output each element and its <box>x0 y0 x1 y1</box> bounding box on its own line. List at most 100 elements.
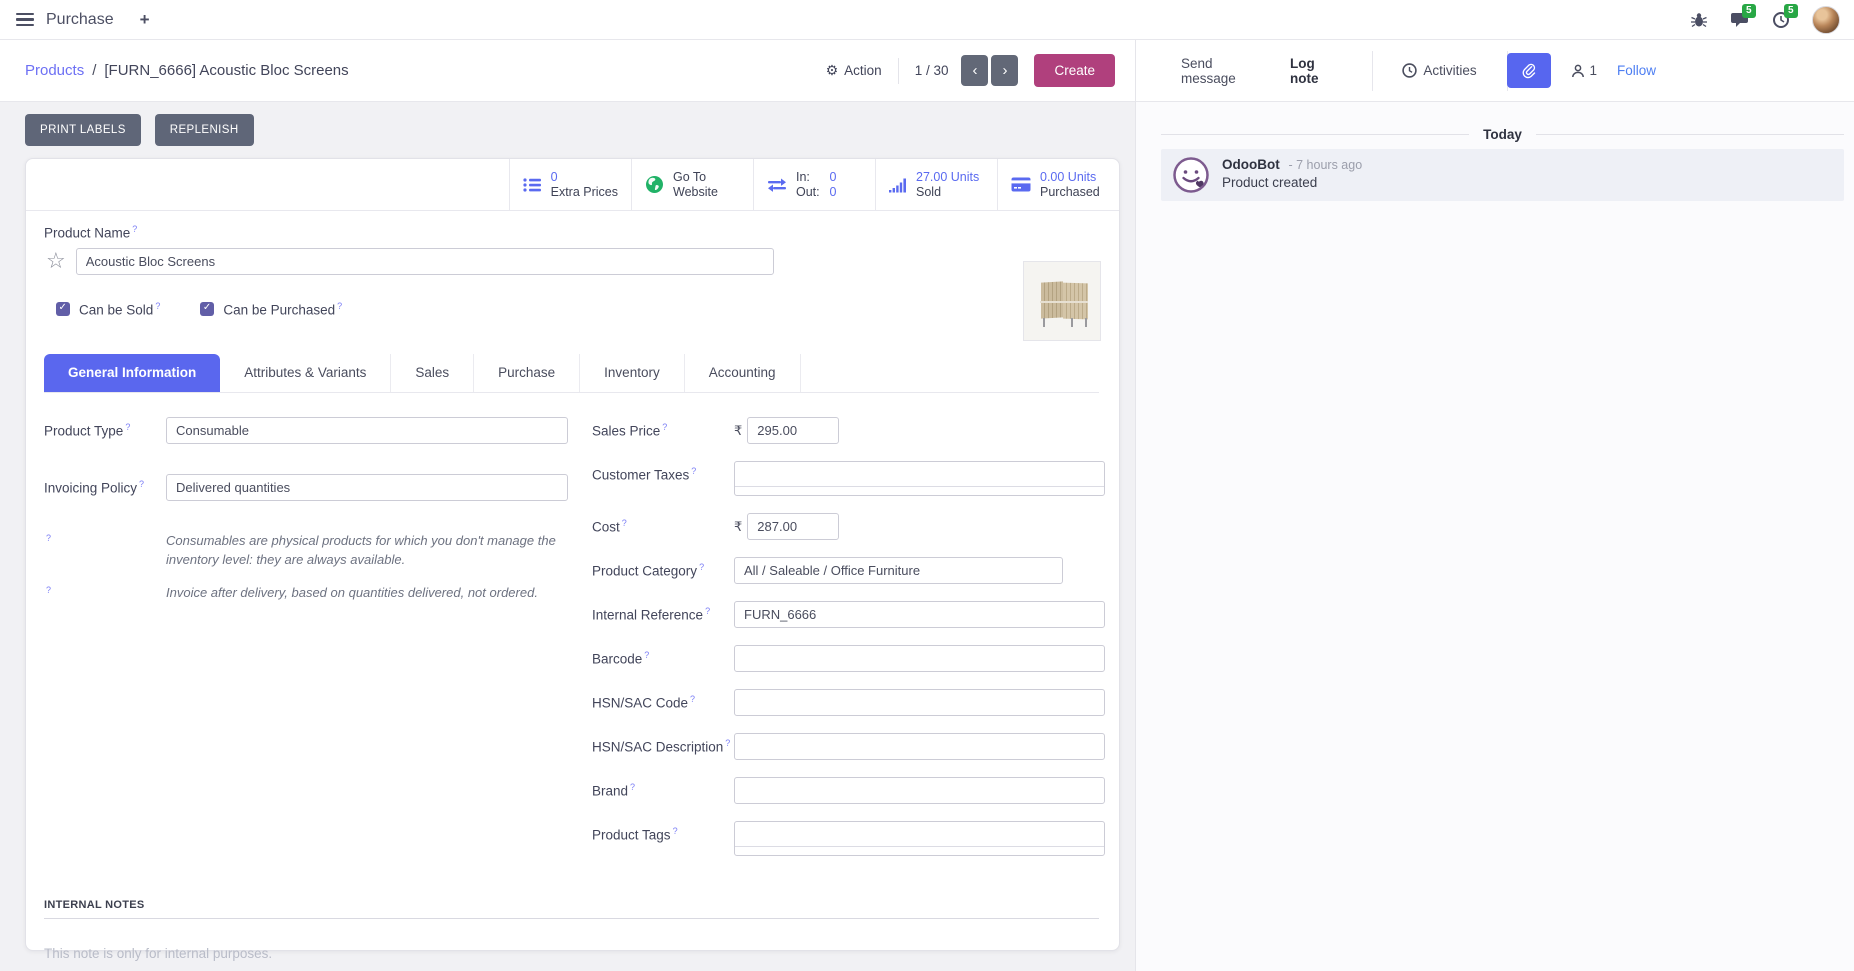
pager-previous-button[interactable]: ‹ <box>961 55 988 86</box>
debug-bug-icon[interactable] <box>1690 11 1708 29</box>
message-thread: Today OdooBot - 7 hours ago <box>1136 102 1854 971</box>
units-sold-value: 27.00 Units <box>916 170 979 185</box>
date-divider-label: Today <box>1483 127 1522 142</box>
tab-sales[interactable]: Sales <box>391 354 474 392</box>
help-marker: ? <box>132 224 137 234</box>
left-field-column: Product Type? Invoicing Policy? ? Consum… <box>44 417 592 873</box>
list-icon <box>523 177 542 193</box>
breadcrumb-separator: / <box>92 62 96 79</box>
field-customer-taxes: Customer Taxes? <box>592 461 1105 496</box>
can-be-sold-option: Can be Sold? <box>56 301 160 318</box>
field-hsn-description: HSN/SAC Description? <box>592 733 1105 760</box>
divider <box>1372 51 1373 91</box>
send-message-button[interactable]: Send message <box>1181 56 1256 86</box>
field-hsn-code: HSN/SAC Code? <box>592 689 1105 716</box>
replenish-button[interactable]: REPLENISH <box>155 114 254 146</box>
internal-notes-section: INTERNAL NOTES This note is only for int… <box>44 899 1099 961</box>
chatter-message[interactable]: OdooBot - 7 hours ago Product created <box>1161 149 1844 201</box>
help-marker: ? <box>622 518 627 528</box>
internal-notes-placeholder[interactable]: This note is only for internal purposes. <box>44 946 1099 961</box>
units-sold-stat-button[interactable]: 27.00 Units Sold <box>875 159 997 210</box>
inventory-moves-stat-button[interactable]: In: 0 Out: 0 <box>753 159 875 210</box>
activities-label: Activities <box>1423 63 1476 78</box>
units-purchased-label: Purchased <box>1040 185 1100 200</box>
breadcrumb-current: [FURN_6666] Acoustic Bloc Screens <box>104 62 348 79</box>
extra-prices-stat-button[interactable]: 0 Extra Prices <box>509 159 631 210</box>
followers-button[interactable]: 1 <box>1571 63 1597 78</box>
internal-notes-title: INTERNAL NOTES <box>44 899 1099 919</box>
product-options: Can be Sold? Can be Purchased? <box>56 301 1099 318</box>
message-body: Product created <box>1222 175 1362 190</box>
in-value: 0 <box>829 170 836 184</box>
barcode-input[interactable] <box>734 645 1105 672</box>
can-be-sold-checkbox[interactable] <box>56 302 70 316</box>
app-name[interactable]: Purchase <box>46 11 114 29</box>
main-column: Products / [FURN_6666] Acoustic Bloc Scr… <box>0 40 1135 971</box>
credit-card-icon <box>1011 177 1031 192</box>
tab-inventory[interactable]: Inventory <box>580 354 685 392</box>
messages-menu[interactable]: 5 <box>1730 11 1750 29</box>
website-line2: Website <box>673 185 718 200</box>
tab-accounting[interactable]: Accounting <box>685 354 801 392</box>
extra-prices-label: Extra Prices <box>551 185 618 200</box>
hsn-description-input[interactable] <box>734 733 1105 760</box>
paperclip-icon <box>1521 62 1537 80</box>
attach-files-button[interactable] <box>1507 53 1551 88</box>
field-sales-price: Sales Price? ₹ <box>592 417 1105 444</box>
can-be-purchased-checkbox[interactable] <box>200 302 214 316</box>
apps-menu-icon[interactable] <box>16 13 34 27</box>
help-marker: ? <box>691 466 696 476</box>
create-button[interactable]: Create <box>1034 54 1115 87</box>
chatter-toolbar: Send message Log note Activities <box>1136 40 1854 102</box>
internal-reference-input[interactable] <box>734 601 1105 628</box>
message-timestamp: - 7 hours ago <box>1289 158 1363 172</box>
action-menu-button[interactable]: Action <box>826 62 882 79</box>
product-type-input[interactable] <box>166 417 568 444</box>
invoicing-policy-input[interactable] <box>166 474 568 501</box>
gear-icon <box>826 62 839 79</box>
screen-panel <box>1041 281 1063 318</box>
field-barcode: Barcode? <box>592 645 1105 672</box>
extra-prices-value: 0 <box>551 170 618 185</box>
product-image[interactable] <box>1023 261 1101 341</box>
hsn-code-input[interactable] <box>734 689 1105 716</box>
log-note-button[interactable]: Log note <box>1290 56 1338 86</box>
brand-input[interactable] <box>734 777 1105 804</box>
go-to-website-stat-button[interactable]: Go To Website <box>631 159 753 210</box>
breadcrumb: Products / [FURN_6666] Acoustic Bloc Scr… <box>25 62 349 79</box>
message-author[interactable]: OdooBot <box>1222 157 1280 172</box>
notebook-tabs: General Information Attributes & Variant… <box>44 354 1099 393</box>
activities-menu[interactable]: 5 <box>1772 11 1790 29</box>
field-product-type: Product Type? <box>44 417 592 444</box>
follow-button[interactable]: Follow <box>1617 63 1656 78</box>
plus-icon[interactable] <box>140 10 150 30</box>
consumable-help-text: Consumables are physical products for wh… <box>166 531 576 569</box>
units-purchased-stat-button[interactable]: 0.00 Units Purchased <box>997 159 1119 210</box>
field-internal-reference: Internal Reference? <box>592 601 1105 628</box>
tab-general-information[interactable]: General Information <box>44 354 220 392</box>
out-label: Out: <box>796 185 826 200</box>
help-marker: ? <box>690 694 695 704</box>
user-avatar[interactable] <box>1812 6 1840 34</box>
print-labels-button[interactable]: PRINT LABELS <box>25 114 141 146</box>
can-be-purchased-option: Can be Purchased? <box>200 301 342 318</box>
product-name-label: Product Name? <box>44 224 1099 241</box>
breadcrumb-products-link[interactable]: Products <box>25 62 84 79</box>
cost-input[interactable] <box>747 513 839 540</box>
product-category-input[interactable] <box>734 557 1063 584</box>
schedule-activity-button[interactable]: Activities <box>1402 63 1476 78</box>
customer-taxes-input[interactable] <box>734 461 1105 496</box>
control-panel: Products / [FURN_6666] Acoustic Bloc Scr… <box>0 40 1135 102</box>
pager-next-button[interactable]: › <box>991 55 1018 86</box>
tab-purchase[interactable]: Purchase <box>474 354 580 392</box>
sales-price-input[interactable] <box>747 417 839 444</box>
help-marker: ? <box>662 422 667 432</box>
person-icon <box>1571 64 1585 78</box>
product-tags-input[interactable] <box>734 821 1105 856</box>
tab-attributes-variants[interactable]: Attributes & Variants <box>220 354 391 392</box>
field-cost: Cost? ₹ <box>592 513 1105 540</box>
odoobot-smiley-icon <box>1173 157 1209 193</box>
help-marker: ? <box>46 585 51 595</box>
product-name-input[interactable] <box>76 248 774 275</box>
favorite-star-icon[interactable] <box>46 250 66 272</box>
